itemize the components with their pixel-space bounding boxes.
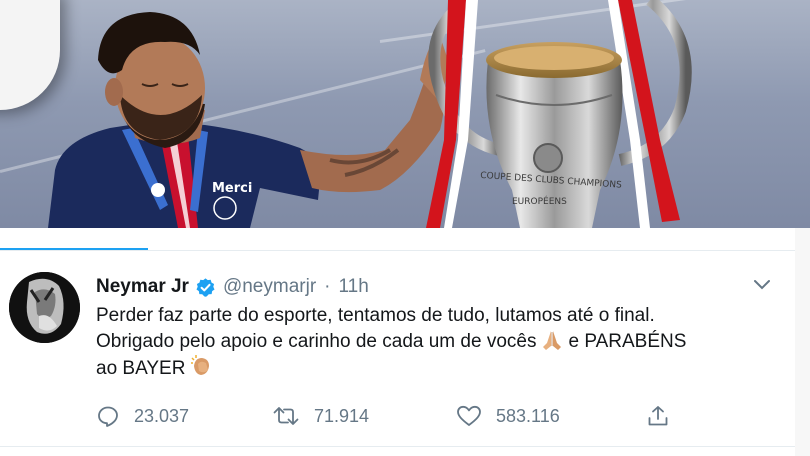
tweet-text-line: Obrigado pelo apoio e carinho de cada um…: [96, 329, 776, 355]
tweet-text-segment: ao BAYER: [96, 358, 186, 379]
tweet-photo[interactable]: Merci COUPE DES CLUBS CHAMPIONS EUROPÉEN…: [0, 0, 810, 228]
tweet-card[interactable]: Neymar Jr @neymarjr · 11h Perder faz par…: [0, 251, 795, 451]
retweet-button[interactable]: 71.914: [272, 403, 369, 429]
tweet-text-segment: Obrigado pelo apoio e carinho de cada um…: [96, 330, 537, 352]
retweet-count: 71.914: [314, 405, 370, 426]
author-handle[interactable]: @neymarjr: [223, 276, 316, 298]
tweet-actions: 23.037 71.914 583.116: [96, 403, 676, 429]
tweet-text: Perder faz parte do esporte, tentamos de…: [96, 303, 776, 382]
page-edge: [795, 228, 810, 456]
reply-button[interactable]: 23.037: [96, 403, 189, 429]
tweet-text-line: Perder faz parte do esporte, tentamos de…: [96, 305, 655, 326]
champions-trophy: COUPE DES CLUBS CHAMPIONS EUROPÉENS: [426, 0, 692, 228]
share-icon: [648, 406, 668, 426]
praying-hands-icon: [543, 330, 562, 350]
tweet-text-line: ao BAYER: [96, 354, 776, 382]
heart-icon: [457, 405, 481, 426]
clapping-hands-icon: [191, 355, 210, 375]
tweet-text-segment: e PARABÉNS: [568, 330, 687, 352]
author-name[interactable]: Neymar Jr: [96, 276, 189, 298]
verified-badge-icon: [196, 277, 215, 297]
trophy-engraving-line2: EUROPÉENS: [512, 195, 567, 207]
tweet-header: Neymar Jr @neymarjr · 11h: [96, 275, 369, 299]
chevron-down-icon[interactable]: [752, 278, 772, 292]
like-count: 583.116: [496, 405, 560, 426]
reply-count: 23.037: [134, 405, 190, 426]
divider: [0, 446, 795, 447]
separator-dot: ·: [324, 276, 331, 297]
tweet-timestamp[interactable]: 11h: [338, 276, 368, 298]
retweet-icon: [273, 407, 299, 425]
avatar-image: [9, 272, 80, 343]
reply-icon: [98, 406, 118, 427]
like-button[interactable]: 583.116: [456, 403, 560, 429]
share-button[interactable]: [646, 403, 684, 429]
avatar[interactable]: [9, 272, 80, 343]
